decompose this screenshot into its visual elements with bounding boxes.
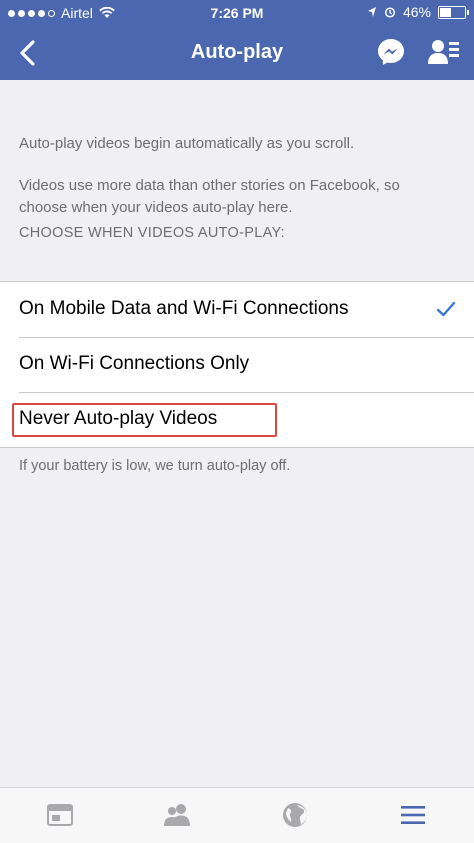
description-line-2b: choose when your videos auto-play here. xyxy=(19,199,293,216)
navigation-bar: Airtel 7:26 PM 46% Auto-play xyxy=(0,0,474,80)
battery-percent: 46% xyxy=(402,4,431,20)
section-header: CHOOSE WHEN VIDEOS AUTO-PLAY: xyxy=(19,225,285,241)
option-label: On Mobile Data and Wi-Fi Connections xyxy=(19,298,349,319)
menu-icon[interactable] xyxy=(398,800,428,830)
battery-footer-note: If your battery is low, we turn auto-pla… xyxy=(19,458,291,474)
alarm-icon xyxy=(384,7,396,18)
location-icon xyxy=(367,7,376,17)
description-line-2a: Videos use more data than other stories … xyxy=(19,177,400,194)
friends-icon[interactable] xyxy=(162,800,192,830)
messenger-icon[interactable] xyxy=(375,36,407,68)
checkmark-icon xyxy=(436,301,456,317)
option-wifi-only[interactable]: On Wi-Fi Connections Only xyxy=(0,337,474,392)
globe-icon[interactable] xyxy=(280,800,310,830)
status-bar: Airtel 7:26 PM 46% xyxy=(0,0,474,26)
news-feed-icon[interactable] xyxy=(45,800,75,830)
option-label: On Wi-Fi Connections Only xyxy=(19,353,250,374)
highlight-box xyxy=(12,403,277,437)
battery-fill xyxy=(440,7,452,17)
option-mobile-and-wifi[interactable]: On Mobile Data and Wi-Fi Connections xyxy=(0,282,474,337)
profile-icon[interactable] xyxy=(428,38,460,66)
status-right: 46% xyxy=(367,4,469,20)
description-line-1: Auto-play videos begin automatically as … xyxy=(19,135,355,152)
tab-bar xyxy=(0,787,474,843)
battery-icon xyxy=(438,5,469,19)
